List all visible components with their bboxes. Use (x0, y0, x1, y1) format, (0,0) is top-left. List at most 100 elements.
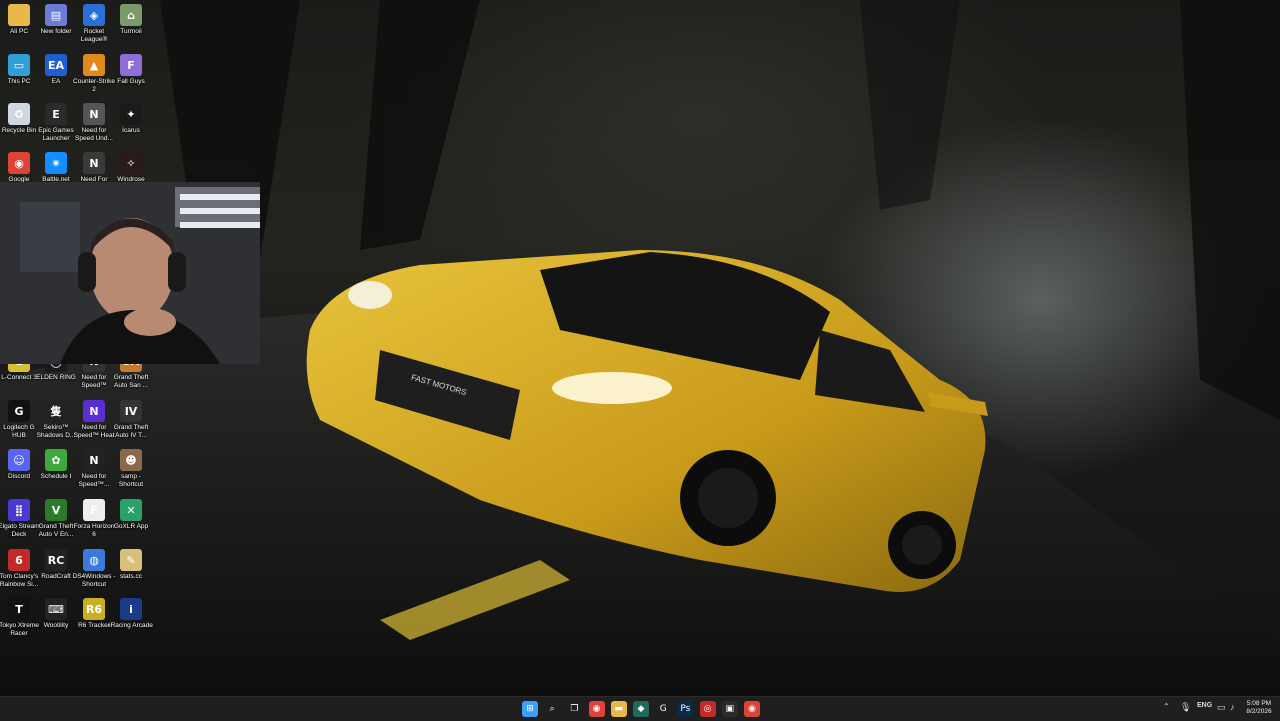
desktop-icon[interactable]: ⌨ Wootility (37, 598, 75, 648)
desktop-wallpaper: FAST MOTORS Ali PC ▤ New folder ◈ Rocket Lea… (0, 0, 1280, 696)
desktop-icon[interactable]: 隻 Sekiro™ Shadows D... (37, 400, 75, 450)
app3-icon[interactable]: ▣ (721, 701, 738, 717)
stream-deck-icon: ⣿ (8, 499, 30, 521)
wootility-icon: ⌨ (45, 598, 67, 620)
nfs2-icon: N (83, 449, 105, 471)
stats-icon: ✎ (120, 549, 142, 571)
desktop-icon-label: Turmoil (120, 28, 142, 35)
logitech-icon[interactable]: G (655, 701, 672, 717)
desktop-icon[interactable]: ▭ This PC (0, 54, 38, 104)
logitech-icon: G (8, 400, 30, 422)
this-pc-icon: ▭ (8, 54, 30, 76)
file-explorer-icon[interactable]: ▬ (610, 701, 627, 717)
desktop-icon[interactable]: V Grand Theft Auto V En... (37, 499, 75, 549)
desktop-icon[interactable]: R6 R6 Tracker (75, 598, 113, 648)
rainbow-six-icon: 6 (8, 549, 30, 571)
gta-iv-icon: IV (120, 400, 142, 422)
nfs-heat-icon: N (83, 400, 105, 422)
desktop-icon[interactable]: 6 Tom Clancy's Rainbow Si... (0, 549, 38, 599)
app2-icon[interactable]: ◎ (699, 701, 716, 717)
battlenet-icon: ✷ (45, 152, 67, 174)
desktop-icon-label: stats.cc (119, 573, 143, 580)
network-icon[interactable]: ▭ (1217, 702, 1226, 713)
desktop-icon[interactable]: IV Grand Theft Auto IV T... (112, 400, 150, 450)
gta-v-icon: V (45, 499, 67, 521)
taskbar: ⊞ ⌕ ❐ ◉ ▬ ◆ G Ps ◎ ▣ ◉ ⌃ 🎙 ENG ▭ ♪ 5:08 PM 8/2/202… (0, 696, 1280, 721)
cs2-icon: ▲ (83, 54, 105, 76)
desktop-icon[interactable]: N Need for Speed™... (75, 449, 113, 499)
desktop-icon[interactable]: N Need for Speed Und... (75, 103, 113, 153)
webcam-person (0, 182, 260, 364)
desktop-icon[interactable]: ◈ Rocket League® (75, 4, 113, 54)
turmoil-icon: ⌂ (120, 4, 142, 26)
goxlr-icon: ✕ (120, 499, 142, 521)
desktop-icon[interactable]: G Logitech G HUB (0, 400, 38, 450)
desktop-icon[interactable]: E Epic Games Launcher (37, 103, 75, 153)
search-icon[interactable]: ⌕ (544, 701, 561, 717)
desktop-icon-label: Grand Theft Auto San ... (113, 374, 149, 389)
desktop-icon[interactable]: ☻ samp - Shortcut (112, 449, 150, 499)
desktop-icon[interactable]: N Need for Speed™ Heat (74, 400, 114, 450)
desktop-icon[interactable]: T Tokyo Xtreme Racer (0, 598, 39, 648)
desktop-icon[interactable]: ✦ Icarus (112, 103, 150, 153)
discord-icon: ☺ (8, 449, 30, 471)
sekiro-icon: 隻 (45, 400, 67, 422)
desktop-icon[interactable]: ⌂ Turmoil (112, 4, 150, 54)
chevron-up-icon[interactable]: ⌃ (1163, 702, 1170, 711)
windrose-icon: ✧ (120, 152, 142, 174)
iracing-icon: i (120, 598, 142, 620)
epic-games-icon: E (45, 103, 67, 125)
video-folder-icon: ▤ (45, 4, 67, 26)
task-view-icon[interactable]: ❐ (566, 701, 583, 717)
desktop-icon-label: Grand Theft Auto IV T... (113, 424, 149, 439)
chrome2-icon[interactable]: ◉ (744, 701, 760, 717)
desktop-icon[interactable]: ☺ Discord (0, 449, 38, 499)
clock-date: 8/2/2026 (1246, 708, 1272, 715)
forza-icon: F (83, 499, 105, 521)
desktop-icon-label: iRacing Arcade (109, 622, 153, 629)
icarus-icon: ✦ (120, 103, 142, 125)
app-icon[interactable]: ◆ (633, 701, 649, 717)
desktop-icon[interactable]: i iRacing Arcade (109, 598, 153, 648)
nfs-unbound-icon: N (83, 103, 105, 125)
webcam-overlay (0, 182, 260, 364)
schedule-icon: ✿ (45, 449, 67, 471)
roadcraft-icon: RC (45, 549, 67, 571)
desktop-icon[interactable]: ⣿ Elgato Stream Deck (0, 499, 40, 549)
desktop-icon[interactable]: ✿ Schedule I (37, 449, 75, 499)
desktop-icon[interactable]: ▤ New folder (37, 4, 75, 54)
desktop-icon[interactable]: Ali PC (0, 4, 38, 54)
desktop-icon-label: Fall Guys (117, 78, 145, 85)
language-indicator[interactable]: ENG (1197, 702, 1212, 709)
r6-tracker-icon: R6 (83, 598, 105, 620)
desktop-icon[interactable]: ✕ GoXLR App (112, 499, 150, 549)
folder-icon (8, 4, 30, 26)
desktop-icon[interactable]: F Fall Guys (112, 54, 150, 104)
ea-icon: EA (45, 54, 67, 76)
fall-guys-icon: F (120, 54, 142, 76)
clock-time: 5:08 PM (1246, 700, 1272, 707)
chrome-icon: ◉ (8, 152, 30, 174)
desktop-icon[interactable]: F Forza Horizon 6 (74, 499, 114, 549)
desktop-icon[interactable]: ▲ Counter-Strike 2 (73, 54, 115, 104)
desktop-icon[interactable]: RC RoadCraft (37, 549, 75, 599)
chrome-icon[interactable]: ◉ (588, 701, 605, 717)
desktop-icon-label: Icarus (122, 127, 140, 134)
microphone-icon[interactable]: 🎙 (1180, 702, 1191, 713)
ds4windows-icon: ◍ (83, 549, 105, 571)
photoshop-icon[interactable]: Ps (677, 701, 694, 717)
desktop-icon-label: GoXLR App (113, 523, 149, 530)
clock[interactable]: 5:08 PM 8/2/2026 (1242, 700, 1276, 716)
tokyo-xtreme-icon: T (8, 598, 30, 620)
start-icon[interactable]: ⊞ (522, 701, 538, 717)
rocket-league-icon: ◈ (83, 4, 105, 26)
desktop-icon[interactable]: ♻ Recycle Bin (0, 103, 38, 153)
desktop-icon[interactable]: ✎ stats.cc (112, 549, 150, 599)
desktop-icon-label: samp - Shortcut (118, 473, 144, 488)
samp-icon: ☻ (120, 449, 142, 471)
recycle-bin-icon: ♻ (8, 103, 30, 125)
desktop-icon[interactable]: EA EA (37, 54, 75, 104)
nfs-mw-icon: N (83, 152, 105, 174)
desktop-icon[interactable]: ◍ DS4Windows - Shortcut (73, 549, 115, 599)
volume-icon[interactable]: ♪ (1230, 702, 1235, 712)
